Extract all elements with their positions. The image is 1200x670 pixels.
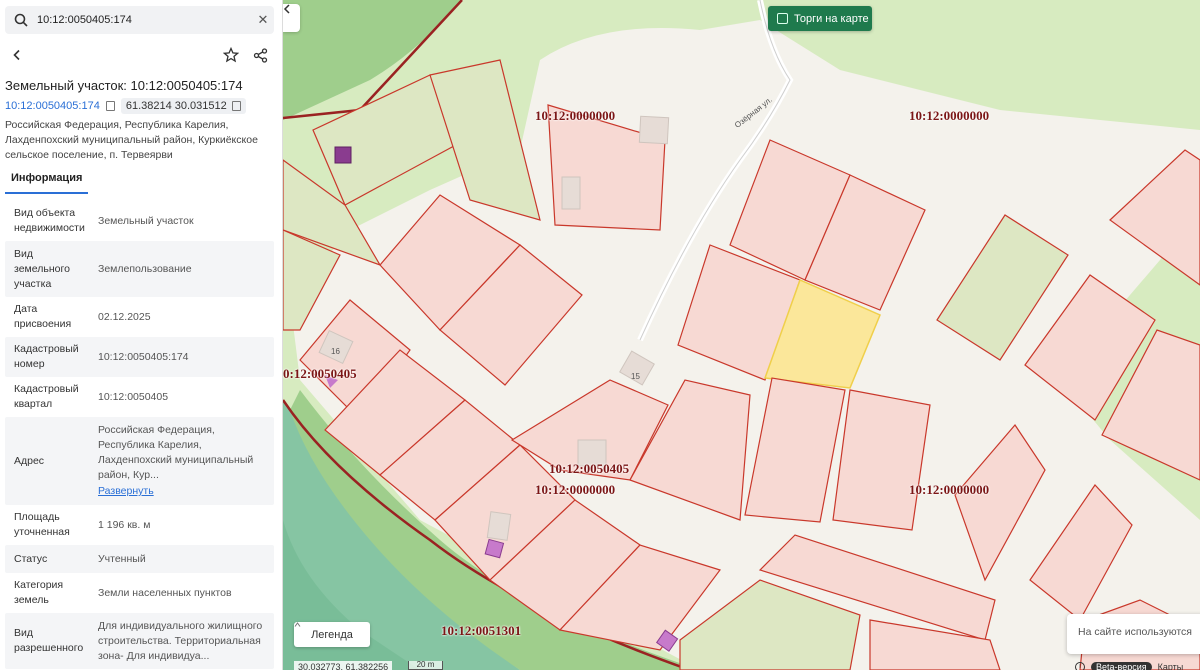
collapse-sidebar-button[interactable] [283,4,300,32]
copy-coordinates-icon[interactable] [231,101,241,111]
info-row: Площадь уточненная 1 196 кв. м [5,505,274,545]
search-input[interactable] [33,6,252,34]
map-canvas[interactable] [283,0,1200,670]
search-icon[interactable] [9,13,33,27]
info-key: Кадастровый номер [14,343,79,370]
info-key: Кадастровый квартал [14,383,79,410]
cadastral-quarter-label: 10:12:0000000 [535,108,616,123]
torgi-label: Торги на карте [794,12,869,25]
info-value: Для индивидуального жилищного строительс… [98,619,263,662]
parcel-address: Российская Федерация, Республика Карелия… [5,119,258,161]
info-key: Адрес [14,454,45,467]
map-view[interactable]: Озёрная ул. 16 15 10:12:0000000 10:12:00… [283,0,1200,670]
info-value: 10:12:0050405 [98,390,169,403]
torgi-toggle-button[interactable]: Торги на карте [768,6,872,31]
info-value: 10:12:0050405:174 [98,350,189,363]
cadastral-quarter-label: 10:12:0051301 [441,623,522,638]
legend-button[interactable]: Легенда [294,622,370,647]
cookie-notice: На сайте используются [1067,614,1200,654]
detail-toolbar [0,44,282,68]
app-root: ✕ Земельный участок: 10:12:0050405:174 1… [0,0,1200,670]
info-key: Категория земель [14,579,64,606]
info-row: Кадастровый номер 10:12:0050405:174 [5,337,274,377]
sidebar-panel: ✕ Земельный участок: 10:12:0050405:174 1… [0,0,283,670]
info-key: Вид земельного участка [14,247,70,290]
info-value: Земли населенных пунктов [98,586,232,599]
map-scale: 20 m [408,661,443,670]
chevron-left-icon [283,4,290,14]
info-row: Вид разрешенного Для индивидуального жил… [5,613,274,669]
info-value: Земельный участок [98,214,194,227]
search-box: ✕ [5,6,274,34]
favorite-star-icon[interactable] [220,44,242,66]
info-row: Категория земель Земли населенных пункто… [5,573,274,613]
cursor-coordinates: 30.032773, 61.382256 [294,661,393,670]
map-attribution-bar: i Beta-версия Карты [1075,661,1183,670]
coordinates-text: 61.38214 30.031512 [125,100,227,112]
info-value: 1 196 кв. м [98,518,151,531]
copy-icon[interactable] [105,101,115,111]
back-icon[interactable] [6,44,28,66]
info-row: Статус Учтенный [5,545,274,573]
address-value: Российская Федерация, Республика Карелия… [98,424,254,481]
clear-search-icon[interactable]: ✕ [252,12,274,28]
info-key: Вид разрешенного [14,627,84,654]
info-key: Площадь уточненная [14,511,70,538]
expand-address-link[interactable]: Развернуть [98,484,274,499]
legend-label: Легенда [311,628,353,641]
cadastral-quarter-label: 0:12:0050405 [283,366,357,381]
info-key: Статус [14,552,48,565]
info-value: Учтенный [98,552,146,565]
parcel-title: Земельный участок: 10:12:0050405:174 [5,78,243,93]
cadastral-quarter-label: 10:12:0000000 [909,482,990,497]
coordinates-chip: 61.38214 30.031512 [120,98,246,114]
cadastral-quarter-label: 10:12:0000000 [535,482,616,497]
info-key: Дата присвоения [14,303,72,330]
info-icon[interactable]: i [1075,662,1085,670]
info-row: Адрес Российская Федерация, Республика К… [5,417,274,505]
info-value: Российская Федерация, Республика Карелия… [90,423,274,499]
cadastral-quarter-label: 10:12:0050405 [549,461,630,476]
torgi-checkbox[interactable] [777,13,788,24]
chevron-up-icon [294,622,301,627]
building-number: 15 [631,372,640,381]
cadastral-number-link[interactable]: 10:12:0050405:174 [5,100,100,112]
building-number: 16 [331,347,340,356]
info-value: 02.12.2025 [98,310,151,323]
cookie-text: На сайте используются [1078,626,1192,638]
info-table: Вид объекта недвижимости Земельный участ… [5,201,274,669]
info-row: Дата присвоения 02.12.2025 [5,297,274,337]
info-row: Вид земельного участка Землепользование [5,241,274,297]
share-icon[interactable] [249,44,271,66]
info-row: Вид объекта недвижимости Земельный участ… [5,201,274,241]
tab-information[interactable]: Информация [5,168,89,194]
cadastral-quarter-label: 10:12:0000000 [909,108,990,123]
parcel-id-row: 10:12:0050405:174 61.38214 30.031512 [5,98,246,114]
maps-link[interactable]: Карты [1158,662,1184,670]
beta-badge: Beta-версия [1091,662,1152,670]
info-key: Вид объекта недвижимости [14,207,85,234]
info-row: Кадастровый квартал 10:12:0050405 [5,377,274,417]
info-value: Землепользование [98,262,192,275]
